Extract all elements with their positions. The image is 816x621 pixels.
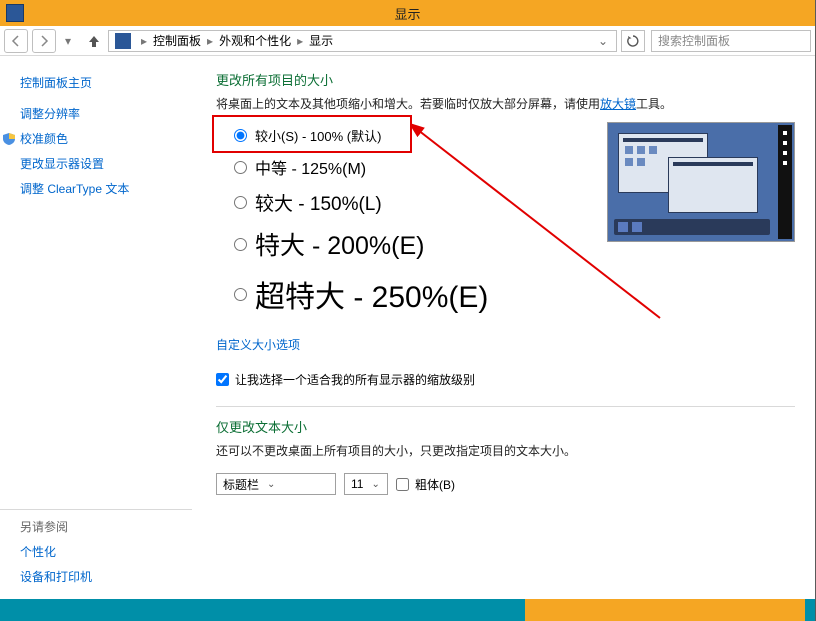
search-placeholder: 搜索控制面板 [658,32,730,49]
text-only-controls: 标题栏 ⌄ 11 ⌄ 粗体(B) [216,473,795,495]
bold-checkbox-row[interactable]: 粗体(B) [396,476,455,493]
up-button[interactable] [82,29,106,53]
breadcrumb-item[interactable]: 控制面板 [153,32,201,49]
description: 将桌面上的文本及其他项缩小和增大。若要临时仅放大部分屏幕，请使用放大镜工具。 [216,95,795,112]
option-label: 中等 - 125%(M) [255,155,366,179]
control-panel-icon [115,33,131,49]
sidebar-link-cleartype[interactable]: 调整 ClearType 文本 [20,180,192,197]
back-button[interactable] [4,29,28,53]
footer-segment [525,599,805,621]
radio-smaller[interactable] [234,129,247,142]
bold-label: 粗体(B) [415,476,455,493]
main-panel: 更改所有项目的大小 将桌面上的文本及其他项缩小和增大。若要临时仅放大部分屏幕，请… [200,56,815,599]
breadcrumb-dropdown[interactable]: ⌄ [592,34,614,48]
shield-icon [2,132,16,146]
see-also-label: 另请参阅 [20,518,192,535]
text-size-value: 11 [351,477,363,491]
chevron-right-icon: ▸ [207,34,213,48]
option-xxl[interactable]: 超特大 - 250%(E) [234,272,795,316]
description2: 还可以不更改桌面上所有项目的大小，只更改指定项目的文本大小。 [216,442,795,459]
navbar: ▾ ▸ 控制面板 ▸ 外观和个性化 ▸ 显示 ⌄ 搜索控制面板 [0,26,815,56]
sidebar-link-display-settings[interactable]: 更改显示器设置 [20,155,192,172]
breadcrumb-item[interactable]: 外观和个性化 [219,32,291,49]
radio-xxl[interactable] [234,288,247,301]
search-input[interactable]: 搜索控制面板 [651,30,811,52]
sidebar-link-resolution[interactable]: 调整分辨率 [20,105,192,122]
preview-graphic [607,122,795,242]
sidebar: 控制面板主页 调整分辨率 校准颜色 更改显示器设置 调整 ClearType 文… [0,56,200,599]
content: 控制面板主页 调整分辨率 校准颜色 更改显示器设置 调整 ClearType 文… [0,56,815,599]
option-label: 特大 - 200%(E) [255,226,424,262]
desc-post: 工具。 [636,97,672,111]
desc-pre: 将桌面上的文本及其他项缩小和增大。若要临时仅放大部分屏幕，请使用 [216,97,600,111]
scaling-checkbox-label: 让我选择一个适合我的所有显示器的缩放级别 [235,371,475,388]
see-also-personalization[interactable]: 个性化 [20,543,192,560]
scaling-checkbox[interactable] [216,373,229,386]
footer-bar [0,599,815,621]
chevron-down-icon: ⌄ [267,479,275,490]
text-size-select[interactable]: 11 ⌄ [344,473,388,495]
scaling-checkbox-row: 让我选择一个适合我的所有显示器的缩放级别 [216,371,795,388]
option-label: 较小(S) - 100% (默认) [255,126,381,145]
radio-xl[interactable] [234,238,247,251]
heading-change-size: 更改所有项目的大小 [216,70,795,89]
history-dropdown[interactable]: ▾ [60,29,76,53]
window-title: 显示 [394,4,420,23]
magnifier-link[interactable]: 放大镜 [600,97,636,111]
chevron-down-icon: ⌄ [371,479,379,490]
option-label: 超特大 - 250%(E) [255,272,488,316]
see-also-devices[interactable]: 设备和打印机 [20,568,192,585]
sidebar-link-calibrate[interactable]: 校准颜色 [20,130,68,147]
forward-button[interactable] [32,29,56,53]
sidebar-see-also: 另请参阅 个性化 设备和打印机 [20,499,192,593]
option-label: 较大 - 150%(L) [255,189,382,216]
text-item-select[interactable]: 标题栏 ⌄ [216,473,336,495]
system-icon [6,4,24,22]
chevron-right-icon: ▸ [141,34,147,48]
radio-medium[interactable] [234,161,247,174]
text-item-value: 标题栏 [223,476,259,493]
breadcrumb[interactable]: ▸ 控制面板 ▸ 外观和个性化 ▸ 显示 ⌄ [108,30,617,52]
breadcrumb-item[interactable]: 显示 [309,32,333,49]
custom-size-link[interactable]: 自定义大小选项 [216,336,300,353]
chevron-right-icon: ▸ [297,34,303,48]
refresh-button[interactable] [621,30,645,52]
radio-larger[interactable] [234,196,247,209]
heading-text-only: 仅更改文本大小 [216,417,795,436]
bold-checkbox[interactable] [396,478,409,491]
sidebar-home[interactable]: 控制面板主页 [20,74,192,91]
titlebar: 显示 [0,0,815,26]
